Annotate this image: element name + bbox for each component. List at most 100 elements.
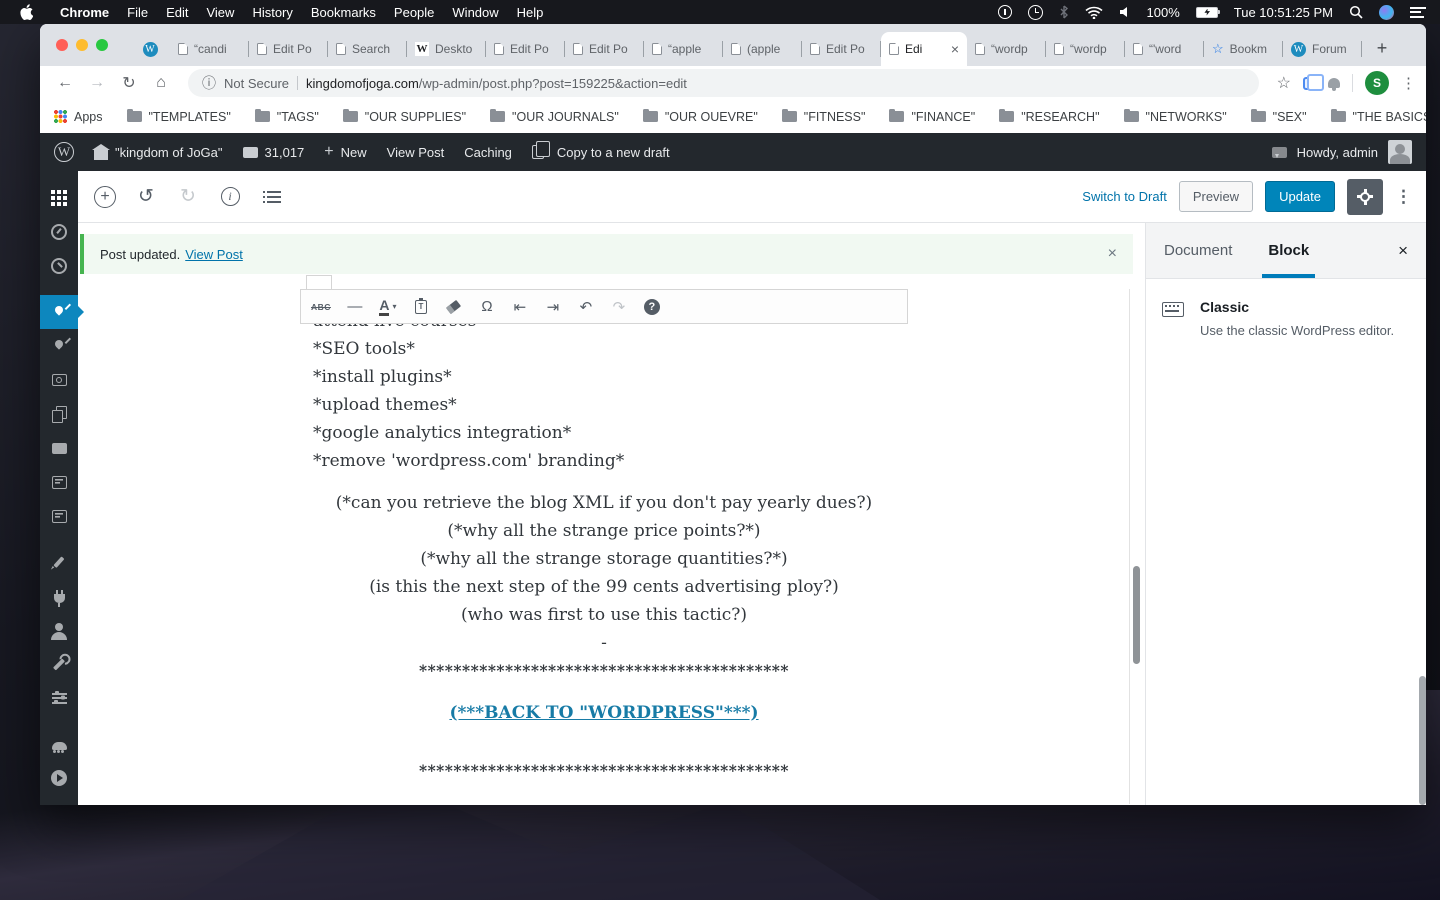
close-sidebar-icon[interactable]: ×	[1380, 241, 1426, 261]
pages-icon[interactable]	[40, 397, 78, 431]
preview-button[interactable]: Preview	[1178, 181, 1254, 212]
menu-item-bookmarks[interactable]: Bookmarks	[302, 5, 385, 20]
siri-icon[interactable]	[1379, 4, 1394, 20]
settings-icon[interactable]	[40, 681, 78, 715]
notification-center-icon[interactable]	[1410, 6, 1426, 18]
tab[interactable]: Edit Po	[565, 32, 644, 66]
tab[interactable]: W Forum	[1283, 32, 1362, 66]
extension-icon[interactable]	[1303, 73, 1324, 91]
address-bar[interactable]: ⓘ Not Secure kingdomofjoga.com/wp-admin/…	[188, 69, 1259, 97]
tab[interactable]: “apple	[644, 32, 723, 66]
spotlight-icon[interactable]	[1349, 5, 1363, 19]
tab[interactable]: “'word	[1125, 32, 1204, 66]
bookmark-folder-the-basics[interactable]: "THE BASICS"	[1330, 108, 1426, 124]
tab[interactable]: “candi	[170, 32, 249, 66]
bookmark-folder-our-ouevre[interactable]: "OUR OUEVRE"	[642, 108, 758, 124]
bookmark-folder-our-supplies[interactable]: "OUR SUPPLIES"	[342, 108, 466, 124]
dismiss-notice-icon[interactable]: ×	[1108, 245, 1117, 263]
paste-as-text-button[interactable]: T	[412, 296, 430, 318]
horizontal-rule-button[interactable]: —	[346, 296, 364, 318]
admin-avatar[interactable]	[1388, 140, 1412, 164]
comments-icon[interactable]	[40, 431, 78, 465]
mce-undo-button[interactable]: ↶	[577, 296, 595, 318]
bookmark-star-icon[interactable]: ☆	[1277, 73, 1291, 93]
back-button[interactable]: ←	[52, 70, 78, 96]
reload-button[interactable]: ↻	[116, 70, 142, 96]
apple-logo-icon[interactable]	[20, 4, 33, 20]
menu-item-chrome[interactable]: Chrome	[51, 5, 118, 20]
close-window-button[interactable]	[56, 39, 68, 51]
back-to-wordpress-link[interactable]: (***BACK TO "WORDPRESS"***)	[449, 703, 758, 723]
menu-item-view[interactable]: View	[197, 5, 243, 20]
caching-menu[interactable]: Caching	[464, 145, 512, 160]
menu-item-edit[interactable]: Edit	[157, 5, 197, 20]
menu-clock[interactable]: Tue 10:51:25 PM	[1234, 5, 1333, 20]
page-info-icon[interactable]: ⓘ	[202, 73, 216, 93]
bookmark-folder-tags[interactable]: "TAGS"	[254, 108, 319, 124]
more-tools-icon[interactable]: ⋮	[1395, 187, 1412, 207]
post-content[interactable]: attend live courses *SEO tools* *install…	[300, 307, 908, 785]
feedback-bubble-icon[interactable]	[1271, 146, 1287, 158]
home-button[interactable]: ⌂	[148, 70, 174, 96]
bookmark-folder-networks[interactable]: "NETWORKS"	[1123, 108, 1227, 124]
mce-redo-button[interactable]: ↷	[610, 296, 628, 318]
bookmark-folder-research[interactable]: "RESEARCH"	[999, 108, 1100, 124]
tab[interactable]: Edit Po	[249, 32, 328, 66]
bookmark-folder-fitness[interactable]: "FITNESS"	[781, 108, 865, 124]
forms-icon[interactable]	[40, 465, 78, 499]
site-name-menu[interactable]: "kingdom of JoGa"	[92, 143, 223, 160]
pinned-tab-wordpress[interactable]: W	[130, 32, 170, 66]
bookmark-folder-templates[interactable]: "TEMPLATES"	[126, 108, 231, 124]
onepassword-icon[interactable]	[997, 5, 1012, 19]
forward-button[interactable]: →	[84, 70, 110, 96]
window-scrollbar-thumb[interactable]	[1419, 676, 1426, 805]
strikethrough-button[interactable]: ABC	[311, 296, 331, 318]
tab[interactable]: W Deskto	[407, 32, 486, 66]
volume-icon[interactable]	[1119, 6, 1131, 18]
bookmark-folder-sex[interactable]: "SEX"	[1250, 108, 1307, 124]
collapse-grid-icon[interactable]	[40, 181, 78, 215]
maximize-window-button[interactable]	[96, 39, 108, 51]
crawler-icon[interactable]	[40, 727, 78, 761]
content-structure-button[interactable]: i	[220, 187, 240, 206]
menu-item-window[interactable]: Window	[443, 5, 507, 20]
time-machine-icon[interactable]	[1027, 4, 1043, 20]
comments-menu[interactable]: 31,017	[242, 145, 304, 160]
dashboard-icon[interactable]	[40, 215, 78, 249]
block-inserter-button[interactable]: +	[94, 185, 116, 208]
tab-block[interactable]: Block	[1250, 223, 1327, 278]
view-post-link[interactable]: View Post	[185, 247, 243, 262]
performance-icon[interactable]	[40, 249, 78, 283]
appearance-icon[interactable]	[40, 545, 78, 579]
tab[interactable]: (apple	[723, 32, 802, 66]
bell-icon[interactable]	[1328, 78, 1340, 91]
help-button[interactable]: ?	[643, 296, 661, 318]
tab[interactable]: Search	[328, 32, 407, 66]
close-tab-icon[interactable]: ×	[951, 42, 959, 56]
tools-icon[interactable]	[40, 647, 78, 681]
update-button[interactable]: Update	[1265, 181, 1335, 212]
copy-to-new-draft-link[interactable]: Copy to a new draft	[531, 141, 670, 160]
new-tab-button[interactable]: +	[1368, 34, 1396, 62]
video-icon[interactable]	[40, 761, 78, 795]
howdy-admin-menu[interactable]: Howdy, admin	[1297, 145, 1378, 160]
media-icon[interactable]	[40, 363, 78, 397]
bookmark-folder-finance[interactable]: "FINANCE"	[889, 108, 975, 124]
menu-item-people[interactable]: People	[385, 5, 443, 20]
tab[interactable]: ☆ Bookm	[1204, 32, 1283, 66]
decrease-indent-button[interactable]: ⇤	[511, 296, 529, 318]
profile-avatar[interactable]: S	[1365, 71, 1389, 95]
chrome-menu-icon[interactable]: ⋮	[1401, 74, 1416, 92]
tab[interactable]: Edit Po	[802, 32, 881, 66]
new-content-menu[interactable]: + New	[324, 143, 366, 161]
menu-item-history[interactable]: History	[243, 5, 301, 20]
block-navigation-button[interactable]	[260, 185, 284, 209]
special-character-button[interactable]: Ω	[478, 296, 496, 318]
wp-logo-menu[interactable]: W	[54, 142, 74, 162]
pin-icon[interactable]	[40, 329, 78, 363]
tab-active[interactable]: Edi ×	[881, 32, 967, 66]
tab-document[interactable]: Document	[1146, 223, 1250, 278]
menu-item-help[interactable]: Help	[508, 5, 553, 20]
text-color-button[interactable]: A ▾	[379, 296, 397, 318]
wifi-icon[interactable]	[1084, 6, 1103, 19]
